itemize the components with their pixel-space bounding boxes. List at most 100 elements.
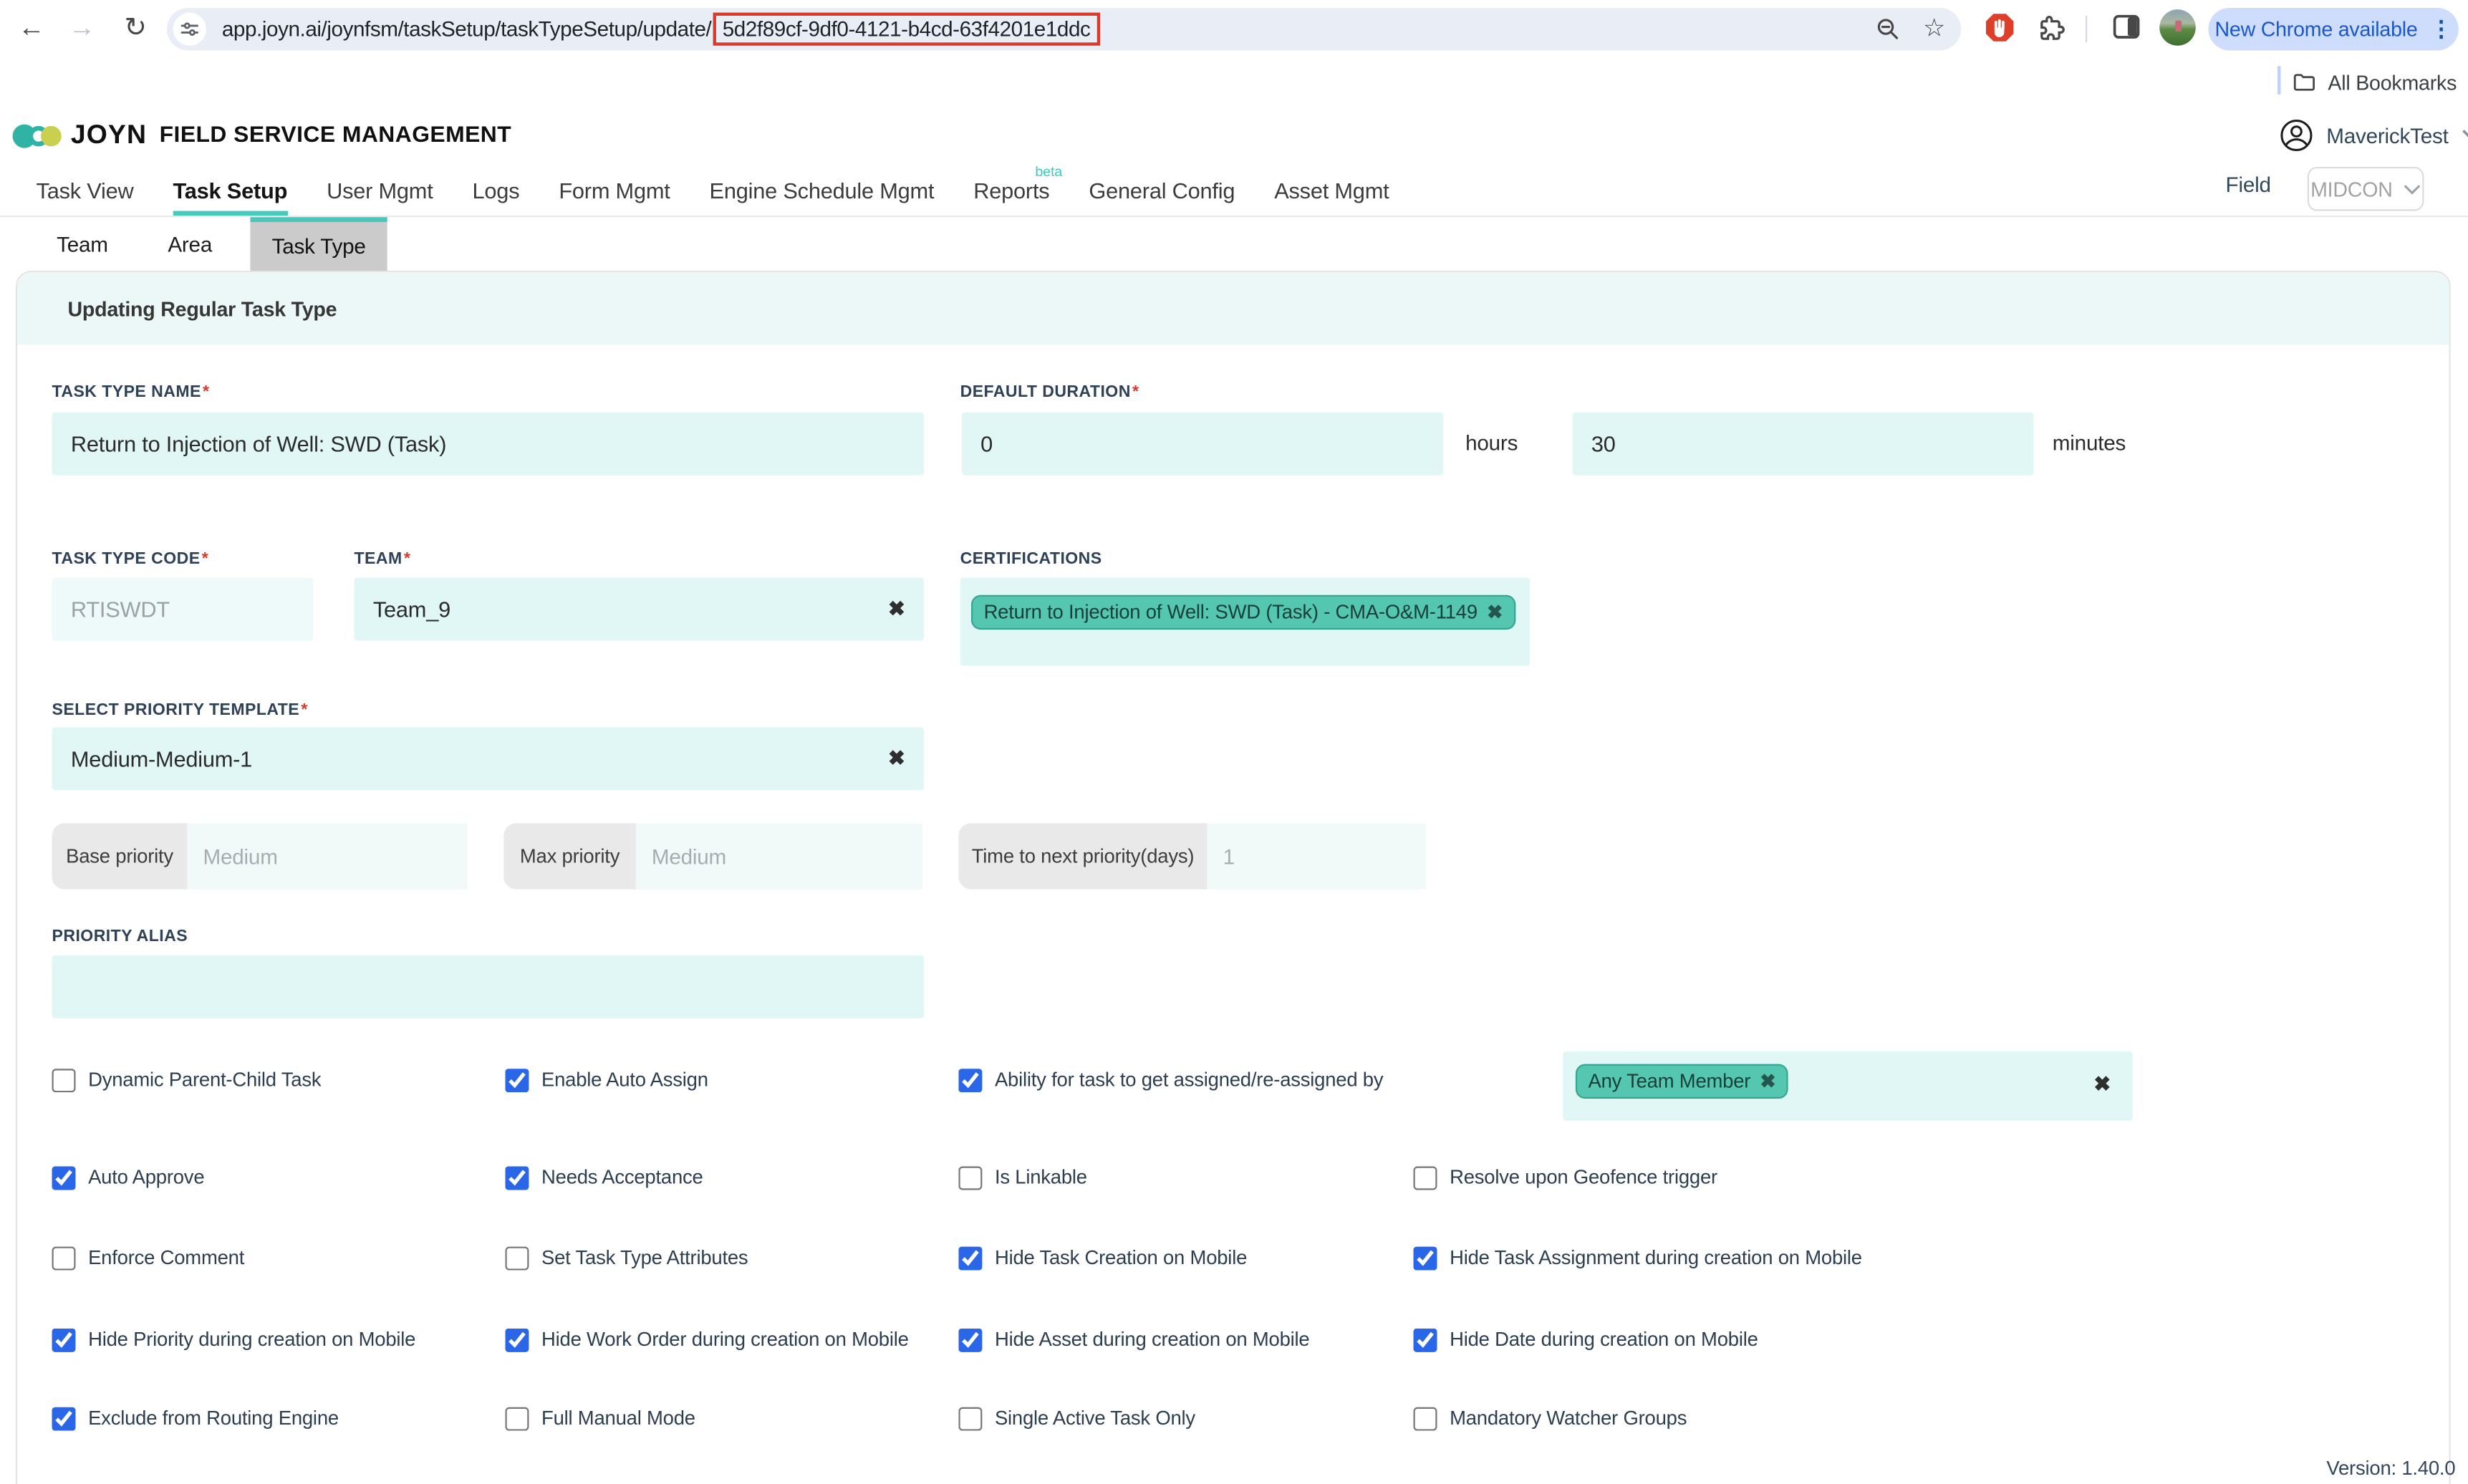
sub-nav: Team Area Task Type (0, 217, 2468, 271)
checkbox-auto-approve[interactable]: Auto Approve (52, 1162, 205, 1193)
forward-icon[interactable]: → (63, 9, 101, 47)
checkbox-input[interactable] (1414, 1165, 1437, 1189)
checkbox-input[interactable] (1414, 1246, 1437, 1269)
reload-icon[interactable]: ↻ (117, 9, 155, 47)
browser-profile-avatar[interactable] (2159, 9, 2196, 46)
subtab-area[interactable]: Area (146, 217, 234, 271)
back-icon[interactable]: ← (13, 9, 51, 47)
browser-menu-icon[interactable]: ⋮ (2430, 16, 2452, 42)
checkbox-hide-task-creation-on-mobile[interactable]: Hide Task Creation on Mobile (958, 1242, 1247, 1273)
checkbox-mandatory-watcher-groups[interactable]: Mandatory Watcher Groups (1414, 1402, 1687, 1434)
priority-template-clear-icon[interactable]: ✖ (888, 746, 905, 771)
checkbox-input[interactable] (958, 1328, 982, 1352)
checkbox-input[interactable] (505, 1068, 529, 1092)
checkbox-hide-priority-during-creation[interactable]: Hide Priority during creation on Mobile (52, 1324, 416, 1355)
checkbox-input[interactable] (505, 1328, 529, 1352)
chrome-update-button[interactable]: New Chrome available ⋮ (2208, 8, 2458, 50)
checkbox-input[interactable] (1414, 1407, 1437, 1430)
tab-logs[interactable]: Logs (473, 164, 520, 216)
checkbox-resolve-upon-geofence-trigger[interactable]: Resolve upon Geofence trigger (1414, 1162, 1717, 1193)
task-type-name-input[interactable]: Return to Injection of Well: SWD (Task) (52, 413, 925, 476)
checkbox-label: Hide Priority during creation on Mobile (88, 1329, 415, 1351)
checkbox-label: Hide Date during creation on Mobile (1450, 1329, 1758, 1351)
adblock-icon[interactable] (1980, 8, 2018, 46)
team-select[interactable]: Team_9 ✖ (354, 578, 924, 641)
checkbox-hide-asset-during-creation[interactable]: Hide Asset during creation on Mobile (958, 1324, 1309, 1355)
checkbox-hide-work-order-during-creation[interactable]: Hide Work Order during creation on Mobil… (505, 1324, 908, 1355)
checkbox-exclude-from-routing-engine[interactable]: Exclude from Routing Engine (52, 1402, 339, 1434)
chip-remove-icon[interactable]: ✖ (1760, 1070, 1775, 1092)
checkbox-input[interactable] (505, 1246, 529, 1269)
checkbox-input[interactable] (958, 1068, 982, 1092)
url-text[interactable]: app.joyn.ai/joynfsm/taskSetup/taskTypeSe… (222, 13, 1100, 46)
assigned-by-clear-icon[interactable]: ✖ (2093, 1072, 2111, 1097)
zoom-out-icon[interactable] (1874, 16, 1901, 42)
user-menu[interactable]: MaverickTest (2279, 107, 2468, 163)
tab-engine-schedule-mgmt[interactable]: Engine Schedule Mgmt (710, 164, 935, 216)
checkbox-enforce-comment[interactable]: Enforce Comment (52, 1242, 245, 1273)
checkbox-assigned-reassigned-by[interactable]: Ability for task to get assigned/re-assi… (958, 1064, 1383, 1096)
certification-chip: Return to Injection of Well: SWD (Task) … (971, 595, 1515, 630)
checkbox-set-task-type-attributes[interactable]: Set Task Type Attributes (505, 1242, 748, 1273)
priority-alias-input[interactable] (52, 955, 925, 1018)
tab-task-view[interactable]: Task View (37, 164, 134, 216)
checkbox-input[interactable] (505, 1407, 529, 1430)
checkbox-needs-acceptance[interactable]: Needs Acceptance (505, 1162, 703, 1193)
site-info-icon[interactable] (173, 13, 206, 46)
tab-general-config[interactable]: General Config (1089, 164, 1235, 216)
checkbox-is-linkable[interactable]: Is Linkable (958, 1162, 1086, 1193)
duration-hours-input[interactable]: 0 (962, 413, 1443, 476)
all-bookmarks-label: All Bookmarks (2328, 70, 2457, 94)
checkbox-input[interactable] (52, 1328, 76, 1352)
field-label: Field (2226, 173, 2271, 197)
certifications-select[interactable]: Return to Injection of Well: SWD (Task) … (960, 578, 1531, 666)
url-bar[interactable]: app.joyn.ai/joynfsm/taskSetup/taskTypeSe… (167, 8, 1961, 50)
tab-asset-mgmt[interactable]: Asset Mgmt (1274, 164, 1389, 216)
priority-template-label: SELECT PRIORITY TEMPLATE (52, 700, 308, 719)
priority-alias-label: PRIORITY ALIAS (52, 927, 188, 945)
base-priority-input[interactable]: Medium (188, 823, 468, 889)
checkbox-input[interactable] (958, 1407, 982, 1430)
checkbox-single-active-task-only[interactable]: Single Active Task Only (958, 1402, 1195, 1434)
checkbox-hide-task-assignment-during-creation[interactable]: Hide Task Assignment during creation on … (1414, 1242, 1862, 1273)
tab-form-mgmt[interactable]: Form Mgmt (559, 164, 670, 216)
checkbox-input[interactable] (52, 1407, 76, 1430)
main-nav: Task View Task Setup User Mgmt Logs Form… (0, 164, 2468, 218)
all-bookmarks[interactable]: All Bookmarks (2292, 57, 2457, 107)
tab-task-setup[interactable]: Task Setup (173, 164, 287, 216)
chip-remove-icon[interactable]: ✖ (1487, 602, 1503, 624)
team-clear-icon[interactable]: ✖ (888, 597, 905, 622)
region-select[interactable]: MIDCON (2308, 167, 2424, 211)
max-priority-input[interactable]: Medium (636, 823, 922, 889)
checkbox-label: Hide Asset during creation on Mobile (995, 1329, 1310, 1351)
checkbox-dynamic-parent-child-task[interactable]: Dynamic Parent-Child Task (52, 1064, 322, 1096)
checkbox-input[interactable] (52, 1068, 76, 1092)
priority-template-select[interactable]: Medium-Medium-1 ✖ (52, 727, 925, 790)
checkbox-input[interactable] (1414, 1328, 1437, 1352)
subtab-team[interactable]: Team (34, 217, 130, 271)
checkbox-enable-auto-assign[interactable]: Enable Auto Assign (505, 1064, 708, 1096)
brand-text: JOYN (71, 120, 147, 151)
time-to-next-priority-input[interactable]: 1 (1208, 823, 1426, 889)
side-panel-icon[interactable] (2108, 8, 2146, 46)
subtab-task-type[interactable]: Task Type (250, 217, 388, 271)
checkbox-label: Single Active Task Only (995, 1407, 1195, 1430)
version-label: Version: 1.40.0 (2326, 1458, 2455, 1480)
checkbox-hide-date-during-creation[interactable]: Hide Date during creation on Mobile (1414, 1324, 1758, 1355)
checkbox-input[interactable] (52, 1165, 76, 1189)
bookmark-star-icon[interactable]: ☆ (1923, 16, 1945, 42)
checkbox-input[interactable] (505, 1165, 529, 1189)
tab-user-mgmt[interactable]: User Mgmt (327, 164, 433, 216)
chevron-down-icon (2404, 183, 2421, 194)
extensions-puzzle-icon[interactable] (2032, 8, 2070, 46)
user-name: MaverickTest (2326, 124, 2448, 148)
task-type-code-input[interactable]: RTISWDT (52, 578, 314, 641)
checkbox-full-manual-mode[interactable]: Full Manual Mode (505, 1402, 695, 1434)
checkbox-input[interactable] (52, 1246, 76, 1269)
duration-minutes-input[interactable]: 30 (1573, 413, 2034, 476)
checkbox-input[interactable] (958, 1246, 982, 1269)
tab-reports[interactable]: Reportsbeta (973, 164, 1049, 216)
checkbox-input[interactable] (958, 1165, 982, 1189)
assigned-by-select[interactable]: Any Team Member ✖ ✖ (1563, 1051, 2133, 1121)
toolbar-divider (2086, 16, 2087, 42)
